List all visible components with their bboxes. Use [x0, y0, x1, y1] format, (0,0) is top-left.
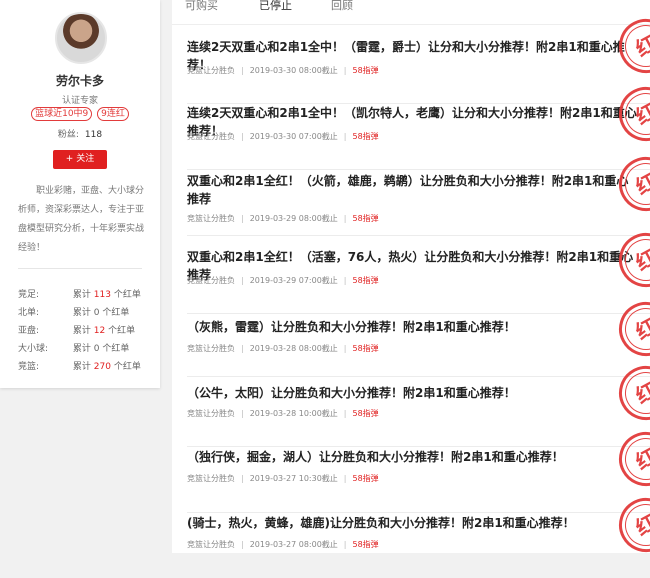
item-meta: 竞篮让分胜负 | 2019-03-27 10:30截止 | 58指弹: [187, 474, 379, 483]
item-deadline: 2019-03-27 10:30截止: [249, 474, 338, 483]
stat-suffix: 个红单: [113, 290, 141, 300]
expert-role: 认证专家: [61, 96, 98, 106]
item-deadline: 2019-03-28 10:00截止: [249, 409, 338, 418]
item-category: 竞篮让分胜负: [187, 540, 235, 549]
item-deadline: 2019-03-30 07:00截止: [249, 132, 338, 141]
item-category: 竞篮让分胜负: [187, 276, 235, 285]
item-meta: 竞篮让分胜负 | 2019-03-28 08:00截止 | 58指弹: [187, 344, 379, 353]
tab-review[interactable]: 回顾: [331, 0, 353, 13]
stat-prefix: 累计: [72, 308, 91, 318]
badge-row: 篮球近10中9 9连红: [0, 107, 160, 121]
stat-suffix: 个红单: [108, 326, 136, 336]
tab-bar: 可购买 已停止 回顾: [172, 0, 650, 25]
item-price: 58指弹: [352, 132, 379, 141]
expert-profile-card: 劳尔卡多 认证专家 篮球近10中9 9连红 粉丝: 118 + 关注 职业彩赌，亚…: [0, 0, 160, 388]
item-meta: 竞篮让分胜负 | 2019-03-30 08:00截止 | 58指弹: [187, 66, 379, 75]
item-category: 竞篮让分胜负: [187, 214, 235, 223]
stats-list: 竞足: 累计 113 个红单 北单: 累计 0 个红单 亚盘: 累计 12 个红…: [18, 286, 158, 376]
stat-suffix: 个红单: [102, 308, 130, 318]
item-deadline: 2019-03-30 08:00截止: [249, 66, 338, 75]
stat-value: 0: [93, 308, 100, 318]
stat-prefix: 累计: [72, 290, 91, 300]
expert-bio: 职业彩赌，亚盘、大小球分析师，资深彩票达人，专注于亚盘模型研究分析，十年彩票实战…: [18, 186, 145, 253]
item-meta: 竞篮让分胜负 | 2019-03-27 08:00截止 | 58指弹: [187, 540, 379, 549]
item-price: 58指弹: [352, 344, 379, 353]
list-item[interactable]: 双重心和2串1全红！（火箭，雄鹿，鹈鹕）让分胜负和大小分推荐！附2串1和重心推荐…: [187, 147, 650, 236]
fans-count: 粉丝: 118: [0, 127, 160, 140]
fans-number: 118: [84, 130, 103, 140]
stat-key: 亚盘:: [18, 326, 40, 336]
stat-key: 北单:: [18, 308, 40, 318]
stat-suffix: 个红单: [113, 362, 141, 372]
item-price: 58指弹: [352, 474, 379, 483]
stat-prefix: 累计: [72, 362, 91, 372]
item-title[interactable]: （灰熊，雷霆）让分胜负和大小分推荐！附2串1和重心推荐！: [187, 318, 639, 336]
recommendation-panel: 可购买 已停止 回顾 连续2天双重心和2串1全中！（雷霆，爵士）让分和大小分推荐…: [172, 0, 650, 562]
item-deadline: 2019-03-29 07:00截止: [249, 276, 338, 285]
item-price: 58指弹: [352, 66, 379, 75]
stat-value: 113: [93, 290, 111, 300]
record-badge: 篮球近10中9: [31, 107, 93, 121]
item-category: 竞篮让分胜负: [187, 66, 235, 75]
item-deadline: 2019-03-28 08:00截止: [249, 344, 338, 353]
list-item[interactable]: （灰熊，雷霆）让分胜负和大小分推荐！附2串1和重心推荐！ 竞篮让分胜负 | 2019…: [187, 292, 650, 377]
streak-badge: 9连红: [97, 107, 129, 121]
item-meta: 竞篮让分胜负 | 2019-03-29 08:00截止 | 58指弹: [187, 214, 379, 223]
stat-value: 0: [93, 344, 100, 354]
expert-name[interactable]: 劳尔卡多: [0, 72, 160, 89]
stat-row-yapan: 亚盘: 累计 12 个红单: [18, 322, 158, 340]
tab-stopped[interactable]: 已停止: [259, 0, 292, 13]
item-deadline: 2019-03-29 08:00截止: [249, 214, 338, 223]
stat-key: 竞足:: [18, 290, 40, 300]
avatar[interactable]: [55, 12, 107, 64]
item-meta: 竞篮让分胜负 | 2019-03-30 07:00截止 | 58指弹: [187, 132, 379, 141]
stat-value: 270: [93, 362, 111, 372]
stat-row-jingzu: 竞足: 累计 113 个红单: [18, 286, 158, 304]
item-price: 58指弹: [352, 214, 379, 223]
item-title[interactable]: (骑士，热火，黄蜂，雄鹿)让分胜负和大小分推荐！附2串1和重心推荐！: [187, 514, 639, 532]
stat-prefix: 累计: [72, 344, 91, 354]
stat-key: 竞篮:: [18, 362, 40, 372]
list-item[interactable]: (骑士，热火，黄蜂，雄鹿)让分胜负和大小分推荐！附2串1和重心推荐！ 竞篮让分胜…: [187, 488, 650, 578]
item-category: 竞篮让分胜负: [187, 344, 235, 353]
divider: [18, 268, 142, 269]
tab-available[interactable]: 可购买: [185, 0, 218, 13]
follow-button[interactable]: + 关注: [53, 150, 107, 169]
item-deadline: 2019-03-27 08:00截止: [249, 540, 338, 549]
stat-value: 12: [93, 326, 106, 336]
item-title[interactable]: （公牛，太阳）让分胜负和大小分推荐！附2串1和重心推荐！: [187, 384, 639, 402]
item-price: 58指弹: [352, 409, 379, 418]
item-meta: 竞篮让分胜负 | 2019-03-29 07:00截止 | 58指弹: [187, 276, 379, 285]
item-category: 竞篮让分胜负: [187, 409, 235, 418]
stat-row-daxiaoqiu: 大小球: 累计 0 个红单: [18, 340, 158, 358]
fans-label: 粉丝:: [57, 130, 79, 140]
item-price: 58指弹: [352, 276, 379, 285]
stat-key: 大小球:: [18, 344, 49, 354]
item-title[interactable]: （独行侠，掘金，湖人）让分胜负和大小分推荐！附2串1和重心推荐！: [187, 448, 639, 466]
item-title[interactable]: 双重心和2串1全红！（火箭，雄鹿，鹈鹕）让分胜负和大小分推荐！附2串1和重心推荐: [187, 172, 639, 208]
item-category: 竞篮让分胜负: [187, 132, 235, 141]
stat-suffix: 个红单: [102, 344, 130, 354]
item-meta: 竞篮让分胜负 | 2019-03-28 10:00截止 | 58指弹: [187, 409, 379, 418]
stat-row-beidan: 北单: 累计 0 个红单: [18, 304, 158, 322]
stat-prefix: 累计: [72, 326, 91, 336]
stat-row-jinglan: 竞篮: 累计 270 个红单: [18, 358, 158, 376]
item-category: 竞篮让分胜负: [187, 474, 235, 483]
item-price: 58指弹: [352, 540, 379, 549]
